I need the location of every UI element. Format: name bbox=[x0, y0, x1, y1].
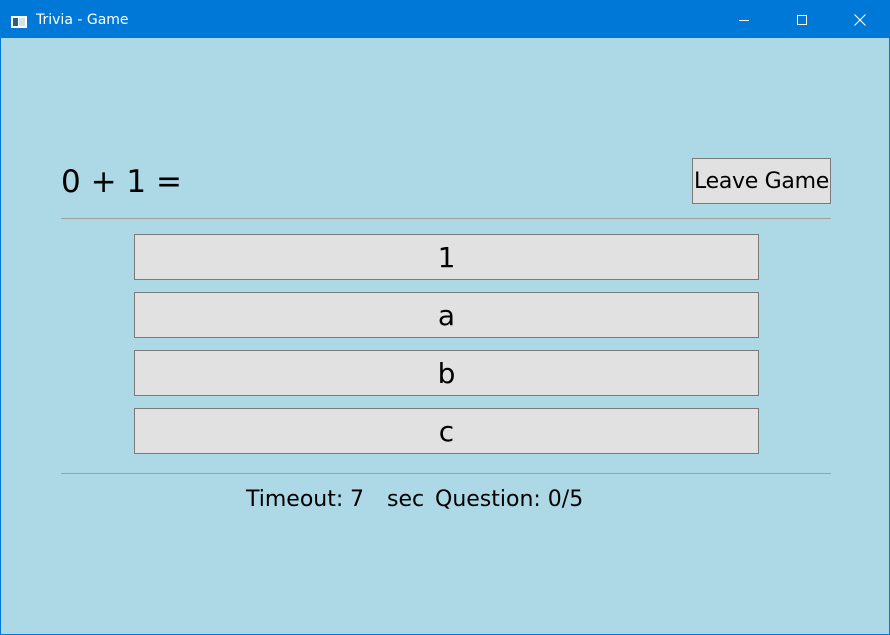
minimize-button[interactable] bbox=[715, 1, 773, 38]
answer-button[interactable]: b bbox=[134, 350, 759, 396]
close-icon bbox=[854, 13, 866, 26]
minimize-icon bbox=[739, 15, 749, 25]
timeout-value: 7 bbox=[350, 487, 364, 512]
question-counter: Question: 0/5 bbox=[435, 487, 584, 512]
leave-game-button[interactable]: Leave Game bbox=[692, 158, 831, 204]
game-window: Trivia - Game 0 + 1 = Leave Game 1 a b c… bbox=[0, 0, 890, 635]
timeout-label: Timeout: bbox=[246, 487, 344, 512]
answer-button[interactable]: a bbox=[134, 292, 759, 338]
top-divider bbox=[61, 218, 831, 219]
bottom-divider bbox=[61, 473, 831, 474]
maximize-icon bbox=[797, 14, 807, 25]
window-title: Trivia - Game bbox=[36, 12, 129, 28]
window-app-icon bbox=[11, 13, 27, 28]
title-bar[interactable]: Trivia - Game bbox=[1, 1, 889, 38]
seconds-label: sec bbox=[387, 487, 425, 512]
game-content: 0 + 1 = Leave Game 1 a b c Timeout: 7 se… bbox=[1, 38, 889, 634]
close-button[interactable] bbox=[831, 1, 889, 38]
maximize-button[interactable] bbox=[773, 1, 831, 38]
answer-button[interactable]: c bbox=[134, 408, 759, 454]
answer-button[interactable]: 1 bbox=[134, 234, 759, 280]
question-text: 0 + 1 = bbox=[61, 164, 182, 200]
